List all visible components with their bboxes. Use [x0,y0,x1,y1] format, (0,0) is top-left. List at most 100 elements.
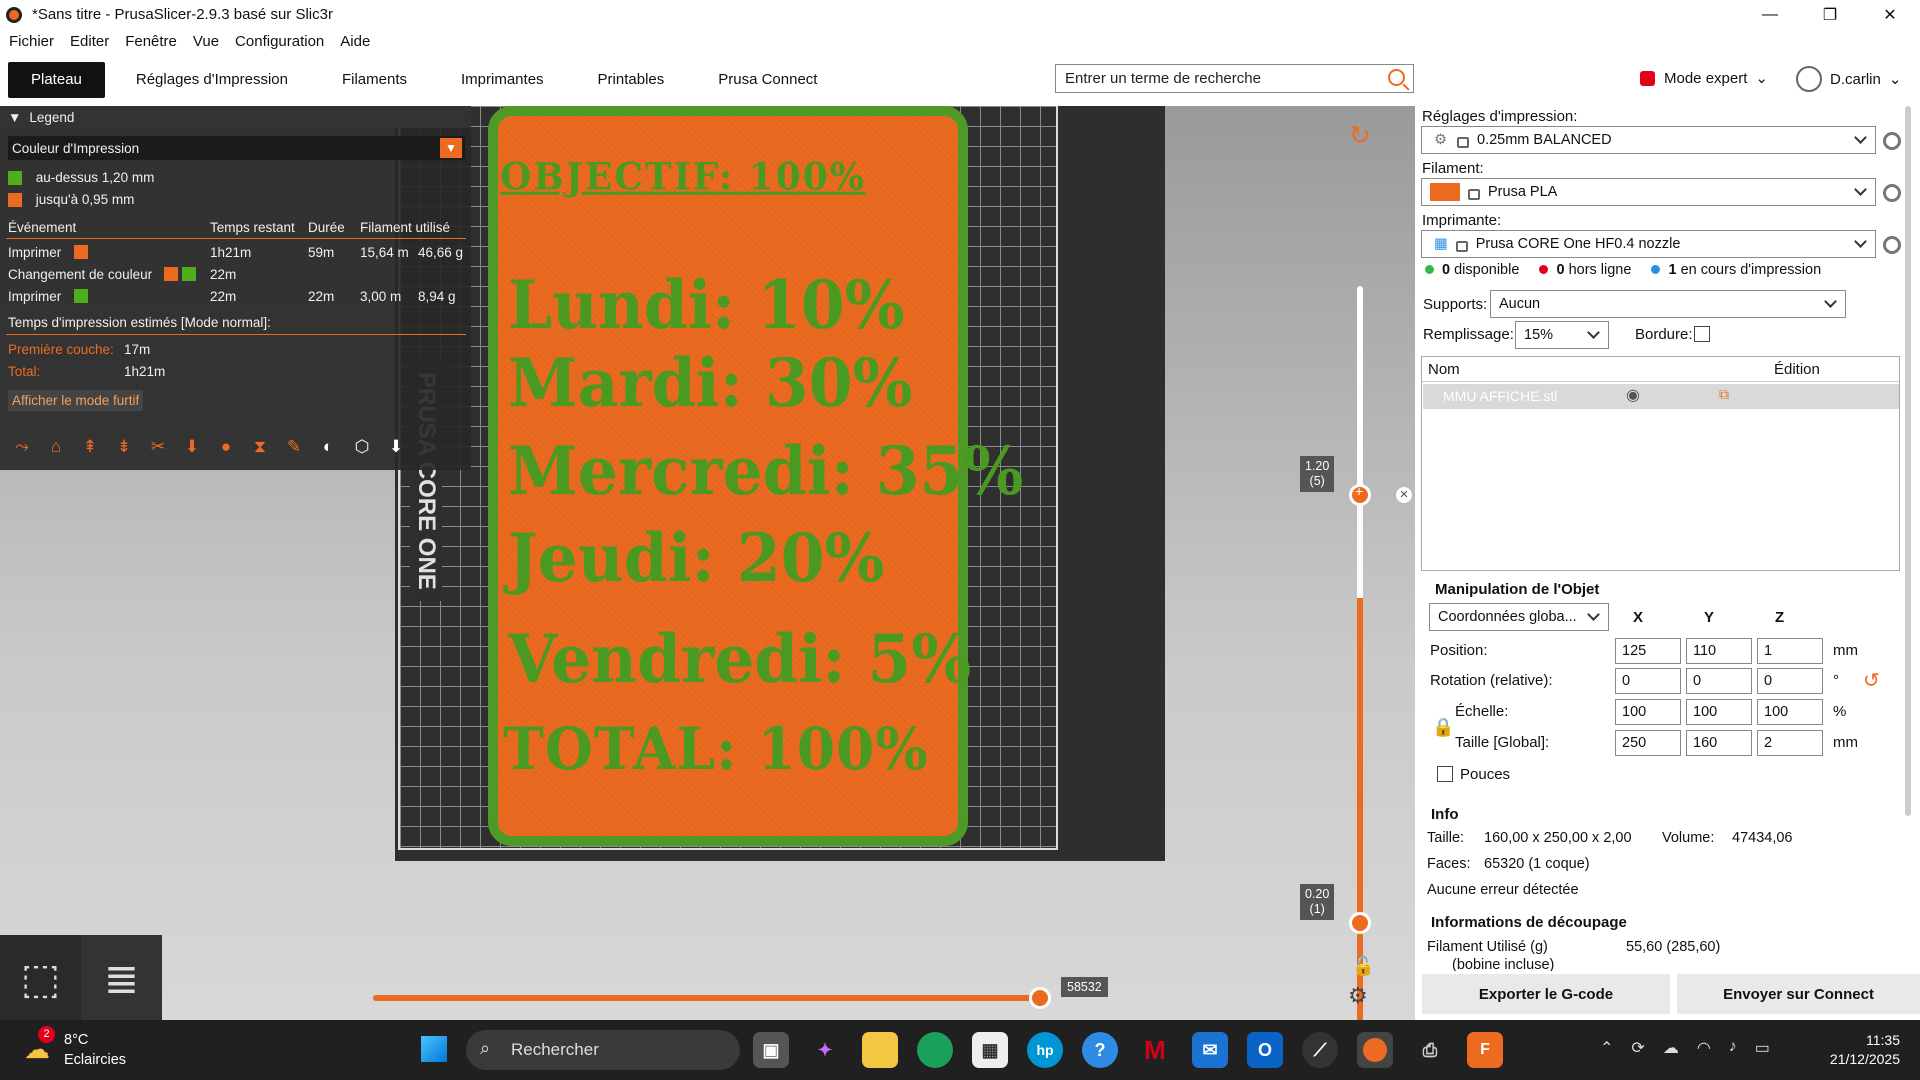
scale-x-input[interactable]: 100 [1615,699,1681,725]
supports-select[interactable]: Aucun [1490,290,1846,318]
brim-checkbox[interactable] [1694,326,1710,342]
model-plate[interactable]: OBJECTIF: 100% Lundi: 10% Mardi: 30% Mer… [488,106,1023,846]
store-icon[interactable]: ▦ [972,1032,1008,1068]
shells-icon[interactable]: ⬡ [348,434,376,460]
search-icon[interactable] [1388,69,1405,86]
size-z-input[interactable]: 2 [1757,730,1823,756]
tab-printables[interactable]: Printables [575,62,688,98]
size-y-input[interactable]: 160 [1686,730,1752,756]
scale-z-input[interactable]: 100 [1757,699,1823,725]
printer-preset-select[interactable]: ▦ Prusa CORE One HF0.4 nozzle [1421,230,1876,258]
layer-slider[interactable] [1357,286,1363,1020]
travel-icon[interactable]: ⤳ [8,434,36,460]
volume-icon[interactable]: ♪ [1729,1038,1737,1058]
menu-fichier[interactable]: Fichier [9,33,54,50]
lock-icon[interactable]: 🔓 [1352,956,1374,977]
menu-configuration[interactable]: Configuration [235,33,324,50]
mcafee-icon[interactable]: M [1137,1032,1173,1068]
coordinates-select[interactable]: Coordonnées globa... [1429,603,1609,631]
scale-lock-icon[interactable]: 🔒 [1432,717,1454,738]
rotation-z-input[interactable]: 0 [1757,668,1823,694]
printer-icon[interactable]: ⎙ [1412,1032,1448,1068]
wipe-icon[interactable]: ⌂ [42,434,70,460]
infill-select[interactable]: 15% [1515,321,1609,349]
size-x-input[interactable]: 250 [1615,730,1681,756]
right-panel-scrollbar[interactable] [1905,106,1911,816]
3d-view-icon[interactable]: ⬚ [0,935,81,1021]
legend-header[interactable]: ▼ Legend [0,106,471,128]
seams-icon[interactable]: ✂ [144,434,172,460]
scale-y-input[interactable]: 100 [1686,699,1752,725]
minimize-button[interactable]: — [1740,0,1800,29]
prusaslicer-icon[interactable] [1357,1032,1393,1068]
clock[interactable]: 11:35 21/12/2025 [1830,1031,1900,1069]
tool-change-icon[interactable]: ⬇ [178,434,206,460]
fusion-icon[interactable]: F [1467,1032,1503,1068]
edit-icon[interactable]: ⧉ [1719,386,1729,403]
stealth-mode-button[interactable]: Afficher le mode furtif [8,390,144,411]
layer-slider-bottom-thumb[interactable] [1349,912,1371,934]
outlook-icon[interactable]: O [1247,1032,1283,1068]
wifi-icon[interactable]: ◠ [1697,1038,1711,1058]
edge-icon[interactable] [917,1032,953,1068]
position-x-input[interactable]: 125 [1615,638,1681,664]
tab-plateau[interactable]: Plateau [8,61,105,98]
maximize-button[interactable]: ❐ [1800,0,1860,29]
settings-icon[interactable]: ⚙ [1348,983,1368,1009]
inches-checkbox[interactable] [1437,766,1453,782]
color-change-icon[interactable]: ● [212,434,240,460]
close-icon[interactable]: ✕ [1396,487,1412,503]
position-y-input[interactable]: 110 [1686,638,1752,664]
print-preset-select[interactable]: ⚙ 0.25mm BALANCED [1421,126,1876,154]
menu-vue[interactable]: Vue [193,33,219,50]
tab-prusa-connect[interactable]: Prusa Connect [695,62,840,98]
rotation-x-input[interactable]: 0 [1615,668,1681,694]
weather-widget[interactable]: 8°C Eclaircies [64,1030,126,1070]
center-of-gravity-icon[interactable]: ◐ [314,434,342,460]
search-input[interactable]: Entrer un terme de recherche [1055,64,1414,93]
retractions-icon[interactable]: ⇞ [76,434,104,460]
hp-icon[interactable]: hp [1027,1032,1063,1068]
view-type-select[interactable]: Couleur d'Impression ▼ [8,136,465,160]
pause-icon[interactable]: ⧗ [246,434,274,460]
outlook-new-icon[interactable]: ✉ [1192,1032,1228,1068]
menu-aide[interactable]: Aide [340,33,370,50]
undo-arrow-icon[interactable]: ↻ [1349,120,1371,151]
menu-fenetre[interactable]: Fenêtre [125,33,177,50]
gear-icon[interactable] [1883,184,1901,202]
object-row[interactable]: MMU AFFICHE.stl ◉ ⧉ [1423,384,1899,409]
file-explorer-icon[interactable] [862,1032,898,1068]
eye-icon[interactable]: ◉ [1626,385,1640,405]
windows-start-icon[interactable] [419,1034,449,1064]
filament-preset-select[interactable]: Prusa PLA [1421,178,1876,206]
gear-icon[interactable] [1883,132,1901,150]
filament-color-swatch[interactable] [1430,183,1460,201]
menu-editer[interactable]: Editer [70,33,109,50]
reset-rotation-icon[interactable]: ↺ [1863,668,1880,693]
export-gcode-button[interactable]: Exporter le G-code [1422,974,1670,1014]
user-menu[interactable]: D.carlin ⌄ [1796,66,1901,92]
preview-layers-icon[interactable]: ≣ [81,935,162,1021]
tab-filaments[interactable]: Filaments [319,62,430,98]
taskbar-search[interactable]: ⌕ Rechercher [466,1030,740,1070]
move-slider-thumb[interactable] [1029,987,1051,1009]
task-view-icon[interactable]: ▣ [753,1032,789,1068]
chevron-up-icon[interactable]: ⌃ [1600,1038,1613,1058]
close-button[interactable]: ✕ [1860,0,1920,29]
mode-selector[interactable]: Mode expert ⌄ [1640,69,1768,87]
tab-print-settings[interactable]: Réglages d'Impression [113,62,311,98]
copilot-icon[interactable]: ✦ [807,1032,843,1068]
tool-marker-icon[interactable]: ⬇ [382,434,410,460]
custom-gcode-icon[interactable]: ✎ [280,434,308,460]
onedrive-icon[interactable]: ☁ [1663,1038,1679,1058]
prusaslicer-gcode-icon[interactable]: ⟋ [1302,1032,1338,1068]
support-assistant-icon[interactable]: ? [1082,1032,1118,1068]
move-slider[interactable] [373,995,1041,1001]
rotation-y-input[interactable]: 0 [1686,668,1752,694]
sync-icon[interactable]: ⟳ [1631,1038,1644,1058]
send-to-connect-button[interactable]: Envoyer sur Connect [1677,974,1920,1014]
gear-icon[interactable] [1883,236,1901,254]
layer-slider-top-thumb[interactable]: + [1349,483,1371,506]
position-z-input[interactable]: 1 [1757,638,1823,664]
battery-icon[interactable]: ▭ [1755,1038,1770,1058]
